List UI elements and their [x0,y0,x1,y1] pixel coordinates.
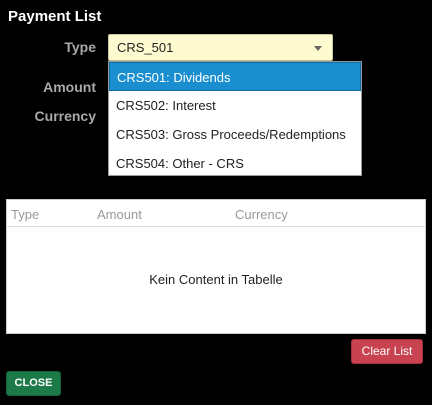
close-button[interactable]: CLOSE [6,371,61,396]
type-select-value: CRS_501 [117,40,174,55]
table-header: Type Amount Currency [7,200,425,227]
type-dropdown-list: CRS501: Dividends CRS502: Interest CRS50… [108,61,362,176]
dropdown-option-crs504[interactable]: CRS504: Other - CRS [109,149,361,178]
dropdown-option-crs503[interactable]: CRS503: Gross Proceeds/Redemptions [109,120,361,149]
column-header-currency[interactable]: Currency [235,207,288,222]
empty-table-message: Kein Content in Tabelle [149,272,283,287]
dropdown-option-crs501[interactable]: CRS501: Dividends [109,62,361,91]
clear-list-button[interactable]: Clear List [351,339,423,364]
dialog-title: Payment List [8,8,102,25]
dropdown-option-crs502[interactable]: CRS502: Interest [109,91,361,120]
chevron-down-icon[interactable] [314,46,322,51]
column-header-amount[interactable]: Amount [97,207,142,222]
type-label: Type [64,39,96,55]
payment-table: Type Amount Currency Kein Content in Tab… [6,199,426,334]
type-select[interactable]: CRS_501 [108,34,333,61]
amount-label: Amount [43,79,96,95]
currency-label: Currency [34,108,96,124]
column-header-type[interactable]: Type [11,207,39,222]
